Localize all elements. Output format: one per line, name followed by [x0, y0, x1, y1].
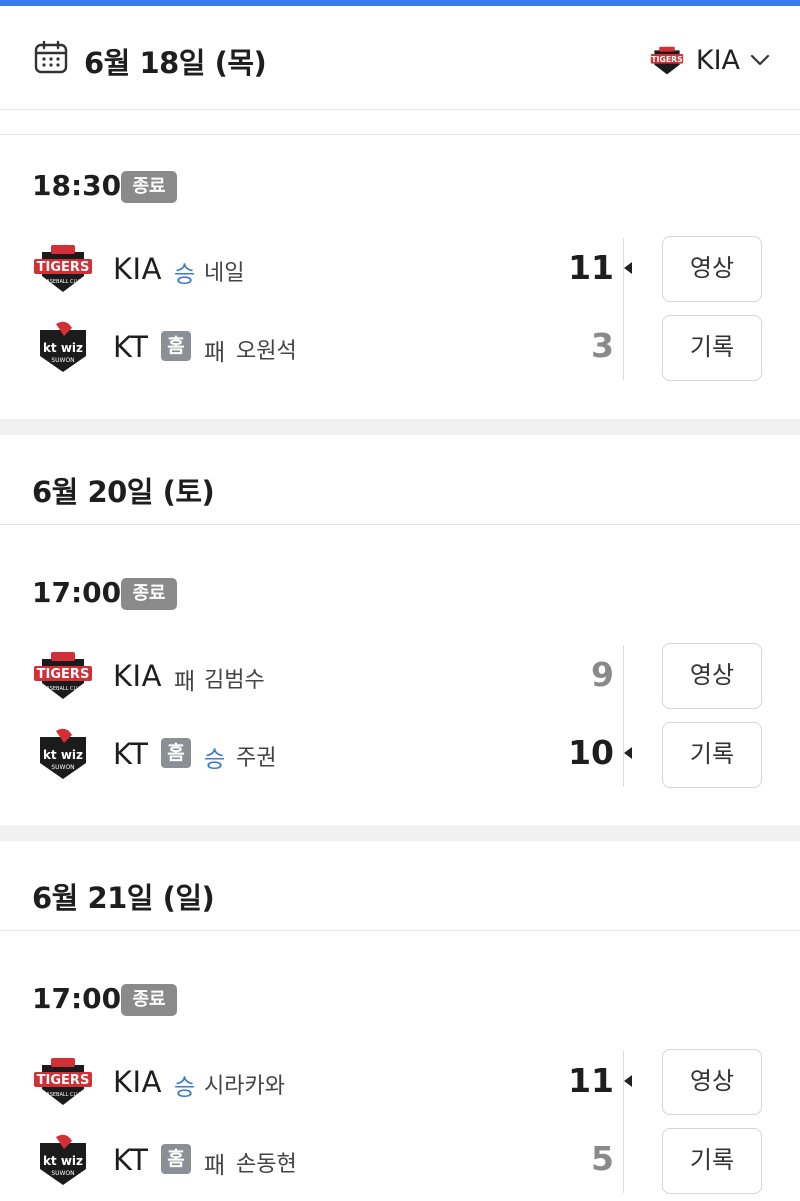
- pitcher-name: 시라카와: [204, 1074, 285, 1099]
- svg-text:TIGERS: TIGERS: [37, 260, 90, 275]
- calendar-icon[interactable]: [34, 40, 68, 74]
- svg-text:TIGERS: TIGERS: [651, 55, 683, 64]
- tigers-logo: TIGERS BASEBALL CLUB: [34, 1058, 92, 1105]
- score-divider: [623, 238, 624, 380]
- result-label: 패: [204, 340, 226, 366]
- header-date[interactable]: 6월 18일 (목): [84, 40, 267, 82]
- video-button[interactable]: 영상: [662, 643, 762, 709]
- away-team-row: TIGERS BASEBALL CLUB KIA 승 네일 11: [32, 238, 632, 298]
- date-label: 6월 20일 (토): [32, 475, 215, 509]
- pitcher-name: 오원석: [236, 339, 297, 364]
- team-name: KT: [113, 1143, 149, 1177]
- section-spacer: [0, 111, 800, 135]
- date-header: 6월 20일 (토): [0, 419, 800, 525]
- home-team-row: kt wiz SUWON KT 홈 승 주권 10: [32, 723, 632, 783]
- ktwiz-logo: kt wiz SUWON: [40, 1134, 86, 1185]
- ktwiz-logo: kt wiz SUWON: [40, 321, 86, 372]
- date-header: 6월 21일 (일): [0, 825, 800, 931]
- away-team-row: TIGERS BASEBALL CLUB KIA 패 김범수 9: [32, 645, 632, 705]
- svg-text:SUWON: SUWON: [51, 357, 74, 364]
- pitcher-name: 손동현: [236, 1152, 297, 1177]
- status-badge: 종료: [121, 171, 177, 203]
- svg-text:SUWON: SUWON: [51, 764, 74, 771]
- team-score: 5: [591, 1139, 614, 1178]
- svg-text:TIGERS: TIGERS: [37, 1073, 90, 1088]
- result-label: 패: [204, 1153, 226, 1179]
- game-time: 18:30: [32, 169, 122, 202]
- team-name: KT: [113, 737, 149, 771]
- tigers-logo: TIGERS: [650, 46, 684, 75]
- svg-text:kt wiz: kt wiz: [43, 1154, 83, 1168]
- tigers-logo: TIGERS BASEBALL CLUB: [34, 245, 92, 292]
- team-score: 11: [568, 248, 614, 287]
- result-label: 승: [174, 262, 196, 288]
- home-badge: 홈: [161, 331, 191, 361]
- video-button[interactable]: 영상: [662, 1049, 762, 1115]
- team-score: 11: [568, 1061, 614, 1100]
- result-label: 승: [204, 747, 226, 773]
- record-button[interactable]: 기록: [662, 1128, 762, 1194]
- svg-text:BASEBALL CLUB: BASEBALL CLUB: [43, 1092, 84, 1098]
- game-card: 17:00 종료 TIGERS BASEBALL CLUB KIA 패 김범수 …: [0, 542, 800, 826]
- team-name: KIA: [113, 252, 162, 286]
- team-selector-label: KIA: [695, 44, 740, 76]
- svg-text:kt wiz: kt wiz: [43, 748, 83, 762]
- svg-text:SUWON: SUWON: [51, 1170, 74, 1177]
- pitcher-name: 네일: [204, 261, 245, 286]
- svg-text:kt wiz: kt wiz: [43, 341, 83, 355]
- team-score: 10: [568, 733, 614, 772]
- video-button[interactable]: 영상: [662, 236, 762, 302]
- game-time: 17:00: [32, 982, 122, 1015]
- game-time: 17:00: [32, 576, 122, 609]
- score-divider: [623, 1051, 624, 1193]
- pitcher-name: 김범수: [204, 668, 265, 693]
- record-button[interactable]: 기록: [662, 315, 762, 381]
- game-card: 17:00 종료 TIGERS BASEBALL CLUB KIA 승 시라카와…: [0, 948, 800, 1201]
- result-label: 승: [174, 1075, 196, 1101]
- team-name: KIA: [113, 659, 162, 693]
- status-badge: 종료: [121, 578, 177, 610]
- ktwiz-logo: kt wiz SUWON: [40, 728, 86, 779]
- team-score: 3: [591, 326, 614, 365]
- status-badge: 종료: [121, 984, 177, 1016]
- winner-caret-icon: [624, 262, 632, 274]
- svg-text:BASEBALL CLUB: BASEBALL CLUB: [43, 686, 84, 692]
- home-badge: 홈: [161, 1144, 191, 1174]
- team-selector[interactable]: TIGERS KIA: [646, 38, 770, 82]
- away-team-row: TIGERS BASEBALL CLUB KIA 승 시라카와 11: [32, 1051, 632, 1111]
- home-team-row: kt wiz SUWON KT 홈 패 오원석 3: [32, 316, 632, 376]
- tigers-logo: TIGERS BASEBALL CLUB: [34, 652, 92, 699]
- team-score: 9: [591, 655, 614, 694]
- team-name: KT: [113, 330, 149, 364]
- home-badge: 홈: [161, 738, 191, 768]
- chevron-down-icon: [750, 54, 770, 66]
- date-label: 6월 21일 (일): [32, 881, 215, 915]
- svg-text:BASEBALL CLUB: BASEBALL CLUB: [43, 279, 84, 285]
- winner-caret-icon: [624, 747, 632, 759]
- team-name: KIA: [113, 1065, 162, 1099]
- game-card: 18:30 종료 TIGERS BASEBALL CLUB KIA 승 네일 1…: [0, 135, 800, 419]
- pitcher-name: 주권: [236, 746, 277, 771]
- svg-text:TIGERS: TIGERS: [37, 667, 90, 682]
- schedule-header: 6월 18일 (목) TIGERS KIA: [0, 6, 800, 110]
- winner-caret-icon: [624, 1075, 632, 1087]
- result-label: 패: [174, 669, 196, 695]
- home-team-row: kt wiz SUWON KT 홈 패 손동현 5: [32, 1129, 632, 1189]
- record-button[interactable]: 기록: [662, 722, 762, 788]
- score-divider: [623, 645, 624, 787]
